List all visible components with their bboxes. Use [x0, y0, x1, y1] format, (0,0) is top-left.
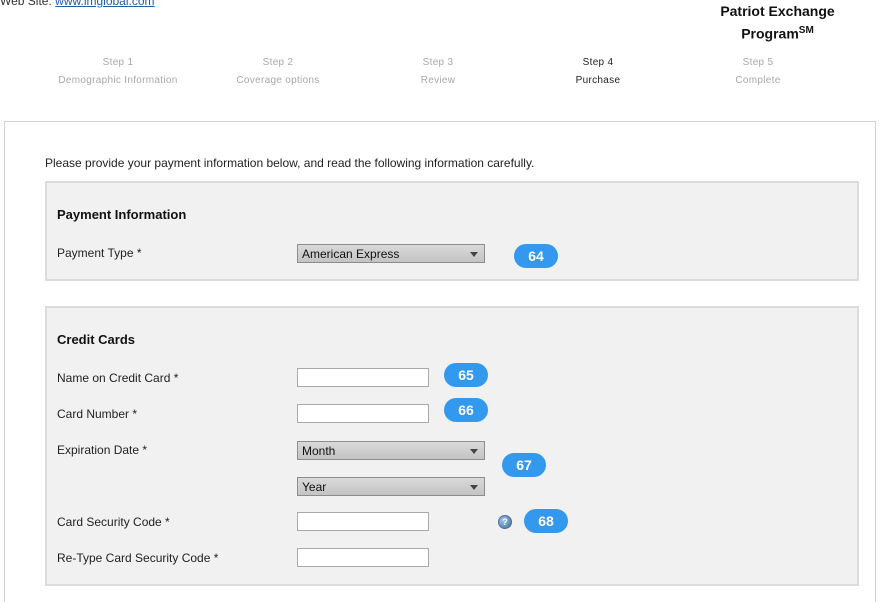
step-5: Step 5 Complete	[678, 57, 838, 86]
annotation-badge-67: 67	[502, 453, 546, 477]
step-4-current: Step 4 Purchase	[518, 57, 678, 86]
program-title: Patriot Exchange ProgramSM	[700, 2, 855, 44]
annotation-badge-64: 64	[514, 244, 558, 268]
card-number-input[interactable]	[297, 404, 429, 423]
annotation-badge-66: 66	[444, 398, 488, 422]
name-on-card-label: Name on Credit Card *	[57, 371, 179, 385]
expiration-year-select[interactable]: Year	[297, 477, 485, 496]
step-label: Purchase	[575, 75, 621, 86]
step-1: Step 1 Demographic Information	[38, 57, 198, 86]
step-2: Step 2 Coverage options	[198, 57, 358, 86]
step-label: Complete	[735, 75, 781, 86]
expiration-year-value: Year	[302, 480, 327, 494]
step-number: Step 5	[742, 57, 774, 68]
retype-security-code-label: Re-Type Card Security Code *	[57, 551, 219, 565]
website-link[interactable]: www.imglobal.com	[55, 0, 154, 8]
payment-information-panel: Payment Information Payment Type * Ameri…	[45, 181, 859, 281]
card-number-label: Card Number *	[57, 407, 138, 421]
annotation-badge-68: 68	[524, 509, 568, 533]
step-label: Demographic Information	[58, 75, 178, 86]
card-security-code-input[interactable]	[297, 512, 429, 531]
progress-steps: Step 1 Demographic Information Step 2 Co…	[38, 57, 838, 97]
name-on-card-input[interactable]	[297, 368, 429, 387]
payment-type-label: Payment Type *	[57, 246, 142, 260]
step-label: Review	[420, 75, 456, 86]
step-number: Step 2	[262, 57, 294, 68]
chevron-down-icon	[470, 485, 478, 490]
card-security-code-label: Card Security Code *	[57, 515, 170, 529]
website-label: Web Site:	[0, 0, 52, 8]
intro-text: Please provide your payment information …	[45, 156, 535, 170]
payment-type-select[interactable]: American Express	[297, 244, 485, 263]
step-number: Step 4	[582, 57, 614, 68]
credit-cards-panel: Credit Cards Name on Credit Card * 65 Ca…	[45, 306, 859, 586]
chevron-down-icon	[470, 449, 478, 454]
service-mark: SM	[798, 25, 814, 36]
retype-security-code-input[interactable]	[297, 548, 429, 567]
chevron-down-icon	[470, 252, 478, 257]
payment-panel-title: Payment Information	[57, 207, 187, 222]
expiration-date-label: Expiration Date *	[57, 443, 148, 457]
help-icon[interactable]: ?	[498, 515, 512, 529]
expiration-month-select[interactable]: Month	[297, 441, 485, 460]
step-number: Step 3	[422, 57, 454, 68]
website-line: Web Site: www.imglobal.com	[0, 0, 155, 8]
step-3: Step 3 Review	[358, 57, 518, 86]
step-label: Coverage options	[236, 75, 320, 86]
step-number: Step 1	[102, 57, 134, 68]
program-name-line2: Program	[741, 25, 799, 42]
program-name: Patriot Exchange	[720, 3, 835, 19]
purchase-form-container: Please provide your payment information …	[4, 121, 876, 602]
expiration-month-value: Month	[302, 444, 336, 458]
credit-panel-title: Credit Cards	[57, 332, 136, 347]
annotation-badge-65: 65	[444, 363, 488, 387]
payment-type-value: American Express	[302, 247, 400, 261]
